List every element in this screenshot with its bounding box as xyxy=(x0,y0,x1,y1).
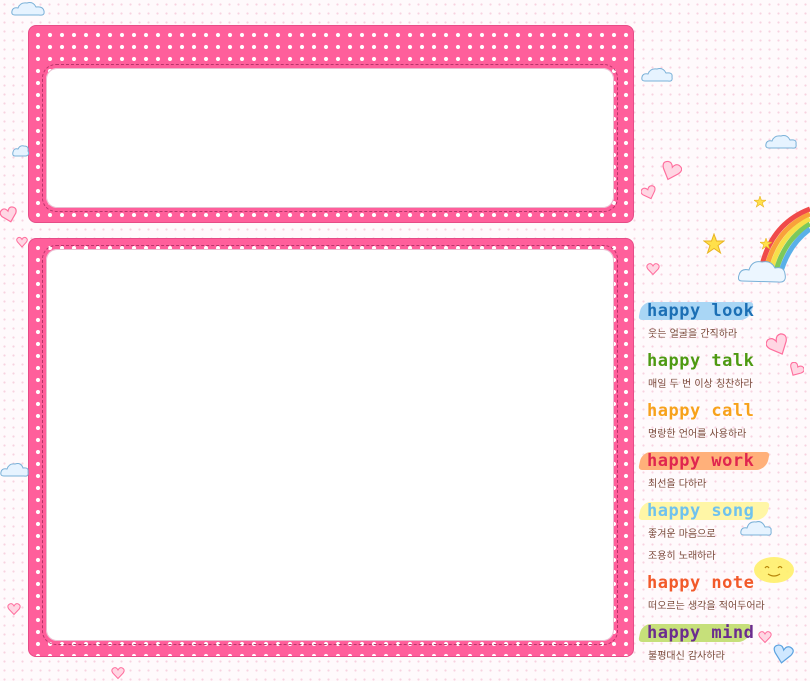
top-panel-frame xyxy=(42,64,618,212)
heart-icon xyxy=(662,160,682,181)
star-icon xyxy=(754,196,766,208)
menu-item-happy-note[interactable]: happy note xyxy=(640,570,810,596)
menu-title-happy-talk: happy talk xyxy=(647,351,755,371)
menu-item-happy-look[interactable]: happy look xyxy=(638,298,810,324)
star-icon xyxy=(703,233,725,255)
main-panel-content-area[interactable] xyxy=(46,249,614,641)
heart-icon xyxy=(111,667,125,680)
menu-item-happy-talk[interactable]: happy talk xyxy=(640,348,810,374)
menu-subtitle: 명랑한 언어를 사용하라 xyxy=(648,429,747,440)
main-content-panel xyxy=(28,238,634,657)
menu-subtitle: 최선을 다하라 xyxy=(648,479,707,490)
menu-subtitle: 불평대신 감사하라 xyxy=(648,651,725,662)
main-panel-frame xyxy=(42,245,618,645)
menu-title-happy-song: happy song xyxy=(647,501,755,521)
cloud-icon xyxy=(12,145,30,157)
heart-icon xyxy=(16,236,28,248)
menu-item-happy-mind[interactable]: happy mind xyxy=(638,620,810,646)
menu-title-happy-look: happy look xyxy=(647,301,755,321)
cloud-icon xyxy=(641,68,673,82)
menu-subtitle: 떠오르는 생각을 적어두어라 xyxy=(648,601,765,612)
rainbow-icon xyxy=(738,206,810,283)
menu-subtitle: 웃는 얼굴을 간직하라 xyxy=(648,329,738,340)
heart-icon xyxy=(646,263,660,276)
top-panel-content-area[interactable] xyxy=(46,68,614,208)
cloud-icon xyxy=(0,463,29,477)
cloud-icon xyxy=(11,2,45,16)
happy-menu: happy look 웃는 얼굴을 간직하라 happy talk 매일 두 번… xyxy=(638,296,810,668)
menu-item-happy-song[interactable]: happy song xyxy=(638,498,810,524)
cloud-icon xyxy=(765,135,797,149)
menu-title-happy-work: happy work xyxy=(647,451,755,471)
menu-item-happy-call[interactable]: happy call xyxy=(640,398,810,424)
menu-title-happy-note: happy note xyxy=(647,573,755,593)
menu-subtitle: 조용히 노래하라 xyxy=(648,551,716,562)
menu-subtitle: 좋겨운 마음으로 xyxy=(648,529,716,540)
menu-title-happy-mind: happy mind xyxy=(647,623,755,643)
menu-title-happy-call: happy call xyxy=(647,401,755,421)
star-icon xyxy=(760,238,772,250)
menu-item-happy-work[interactable]: happy work xyxy=(638,448,810,474)
heart-icon xyxy=(7,603,21,616)
top-content-panel xyxy=(28,25,634,223)
menu-subtitle: 매일 두 번 이상 칭찬하라 xyxy=(648,379,753,390)
heart-icon xyxy=(0,206,17,223)
heart-icon xyxy=(641,185,656,200)
